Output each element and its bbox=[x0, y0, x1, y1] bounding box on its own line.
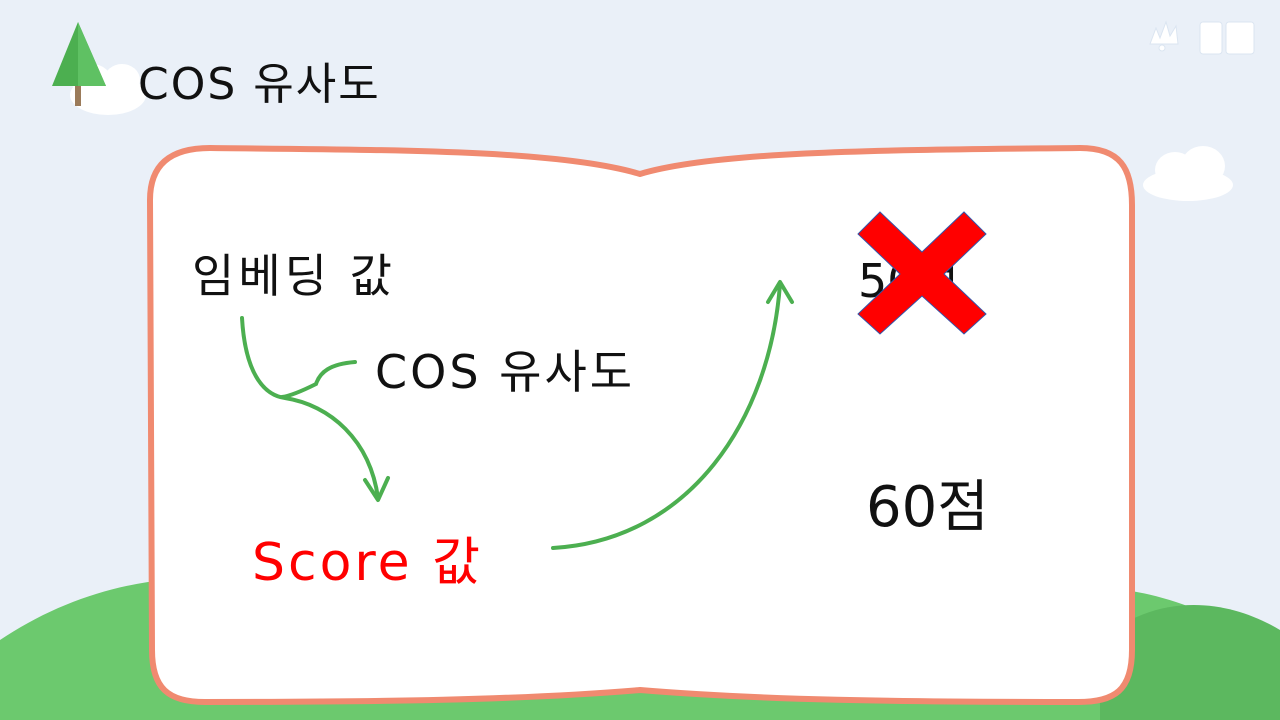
brand-logo bbox=[1149, 20, 1255, 55]
wrong-score-text: 50점 bbox=[858, 254, 959, 308]
score-label: Score 값 bbox=[252, 533, 484, 593]
embedding-label: 임베딩 값 bbox=[192, 249, 396, 303]
book-shape bbox=[147, 145, 1135, 705]
correct-score-text: 60점 bbox=[866, 475, 989, 540]
slide-title: COS 유사도 bbox=[138, 59, 381, 110]
cos-similarity-label: COS 유사도 bbox=[375, 345, 636, 399]
